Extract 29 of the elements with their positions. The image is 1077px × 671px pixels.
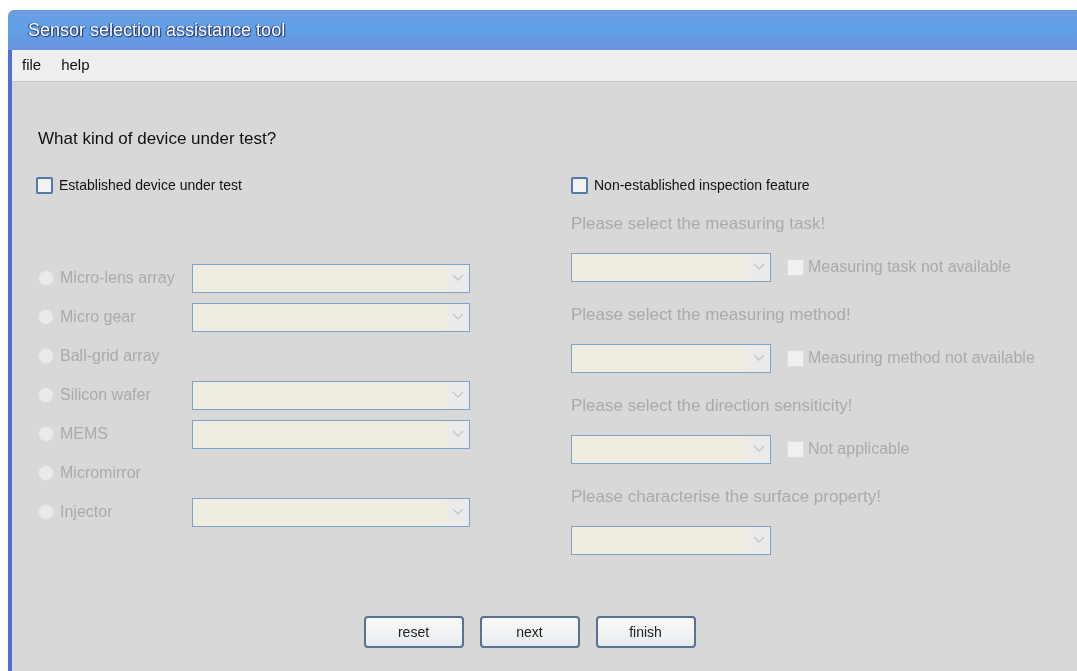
chevron-down-icon: [452, 508, 464, 516]
chevron-down-icon: [753, 445, 765, 453]
question-heading: What kind of device under test?: [38, 128, 278, 150]
dropdown[interactable]: [571, 525, 771, 555]
dropdown[interactable]: [192, 263, 470, 293]
chevron-down-icon: [452, 313, 464, 321]
dropdown[interactable]: [192, 497, 470, 527]
chevron-down-icon: [753, 263, 765, 271]
dropdown[interactable]: [192, 302, 470, 332]
dropdown[interactable]: [571, 343, 771, 373]
menu-item[interactable]: file: [22, 54, 42, 77]
checkbox[interactable]: [36, 177, 53, 194]
dropdown[interactable]: [571, 252, 771, 282]
chevron-down-icon: [753, 536, 765, 544]
checkbox-label: Established device under test: [59, 176, 242, 195]
dropdown[interactable]: [192, 380, 470, 410]
window-title: Sensor selection assistance tool: [28, 18, 286, 42]
dropdown[interactable]: [192, 419, 470, 449]
checkbox[interactable]: [571, 177, 588, 194]
menu-item[interactable]: help: [61, 54, 90, 77]
chevron-down-icon: [753, 354, 765, 362]
action-button[interactable]: reset: [363, 616, 464, 648]
chevron-down-icon: [452, 274, 464, 282]
checkbox-label: Non-established inspection feature: [594, 176, 810, 195]
chevron-down-icon: [452, 430, 464, 438]
action-button[interactable]: finish: [595, 616, 696, 648]
action-button[interactable]: next: [479, 616, 580, 648]
chevron-down-icon: [452, 391, 464, 399]
dropdown[interactable]: [571, 434, 771, 464]
